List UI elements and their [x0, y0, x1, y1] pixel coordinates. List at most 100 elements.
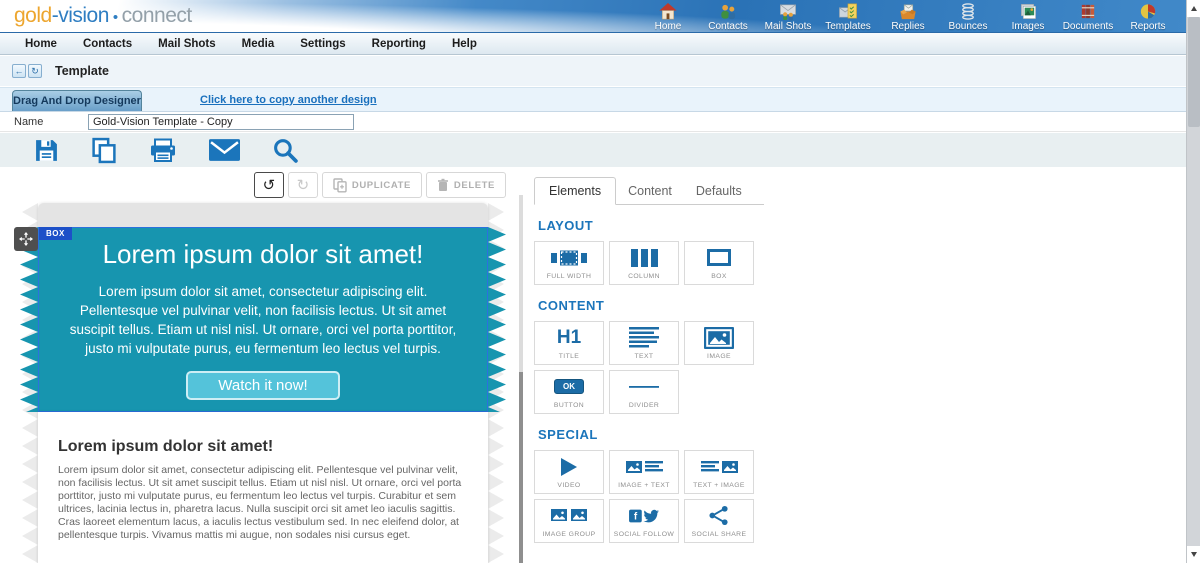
menu-bar: Home Contacts Mail Shots Media Settings …	[0, 33, 1186, 55]
menu-contacts[interactable]: Contacts	[70, 38, 145, 50]
images-icon	[1018, 2, 1038, 21]
undo-button[interactable]: ↺	[254, 172, 284, 198]
element-label: DIVIDER	[629, 402, 659, 409]
element-video[interactable]: VIDEO	[534, 450, 604, 494]
element-text-image[interactable]: TEXT + IMAGE	[684, 450, 754, 494]
element-title[interactable]: H1 TITLE	[534, 321, 604, 365]
canvas-scrollbar-thumb[interactable]	[519, 372, 523, 563]
nav-documents[interactable]: Documents	[1058, 1, 1118, 32]
print-button[interactable]	[149, 138, 177, 163]
nav-home[interactable]: Home	[638, 1, 698, 32]
hero-body[interactable]: Lorem ipsum dolor sit amet, consectetur …	[67, 282, 459, 358]
full-width-icon	[551, 249, 587, 267]
menu-mail-shots[interactable]: Mail Shots	[145, 38, 229, 50]
element-label: COLUMN	[628, 273, 660, 280]
element-image[interactable]: IMAGE	[684, 321, 754, 365]
section-body[interactable]: Lorem ipsum dolor sit amet, consectetur …	[58, 464, 472, 542]
nav-label: Bounces	[938, 21, 998, 32]
menu-reporting[interactable]: Reporting	[359, 38, 439, 50]
reports-icon	[1138, 2, 1158, 21]
email-text-section[interactable]: Lorem ipsum dolor sit amet! Lorem ipsum …	[38, 412, 488, 563]
element-full-width[interactable]: FULL WIDTH	[534, 241, 604, 285]
element-text[interactable]: TEXT	[609, 321, 679, 365]
envelope-icon	[209, 139, 240, 161]
menu-home[interactable]: Home	[12, 38, 70, 50]
scroll-up-button[interactable]	[1187, 0, 1200, 17]
app-window: gold-vision•connect Home Contacts Mail S…	[0, 0, 1200, 563]
panel-tabs: Elements Content Defaults	[534, 167, 764, 205]
mail-shots-icon	[778, 2, 798, 21]
duplicate-button[interactable]: DUPLICATE	[322, 172, 422, 198]
scroll-down-button[interactable]	[1187, 546, 1200, 563]
elements-panel: Elements Content Defaults LAYOUT FULL WI…	[532, 167, 1186, 563]
move-arrows-icon	[18, 231, 34, 247]
element-box[interactable]: BOX	[684, 241, 754, 285]
nav-templates[interactable]: Templates	[818, 1, 878, 32]
email-header-band[interactable]	[38, 203, 488, 227]
hero-zigzag-left	[20, 227, 38, 412]
nav-label: Reports	[1118, 21, 1178, 32]
trash-icon	[437, 178, 449, 192]
redo-button[interactable]: ↻	[288, 172, 318, 198]
element-image-text[interactable]: IMAGE + TEXT	[609, 450, 679, 494]
documents-icon	[1078, 2, 1098, 21]
scroll-down-icon	[1191, 552, 1197, 557]
element-button[interactable]: OK BUTTON	[534, 370, 604, 414]
element-label: BOX	[711, 273, 727, 280]
page-scrollbar-thumb[interactable]	[1188, 17, 1200, 127]
duplicate-label: DUPLICATE	[352, 180, 411, 191]
copy-design-link[interactable]: Click here to copy another design	[200, 94, 377, 106]
nav-images[interactable]: Images	[998, 1, 1058, 32]
section-title-layout: LAYOUT	[538, 218, 1186, 233]
tab-defaults[interactable]: Defaults	[684, 178, 754, 204]
h1-icon: H1	[557, 327, 581, 349]
nav-replies[interactable]: Replies	[878, 1, 938, 32]
nav-label: Images	[998, 21, 1058, 32]
nav-reports[interactable]: Reports	[1118, 1, 1178, 32]
top-nav: Home Contacts Mail Shots Templates Repli…	[638, 1, 1178, 32]
template-name-input[interactable]	[88, 114, 354, 130]
divider-icon	[629, 385, 659, 389]
duplicate-icon	[333, 178, 347, 193]
replies-icon	[898, 2, 918, 21]
nav-contacts[interactable]: Contacts	[698, 1, 758, 32]
menu-media[interactable]: Media	[229, 38, 288, 50]
text-icon	[629, 327, 659, 348]
menu-settings[interactable]: Settings	[287, 38, 358, 50]
content-grid: H1 TITLE TEXT IMAGE OK BUTTON DIVID	[534, 321, 1186, 414]
tab-content[interactable]: Content	[616, 178, 684, 204]
top-bar: gold-vision•connect Home Contacts Mail S…	[0, 0, 1186, 33]
layout-grid: FULL WIDTH COLUMN BOX	[534, 241, 1186, 285]
element-image-group[interactable]: IMAGE GROUP	[534, 499, 604, 543]
tab-drag-and-drop-designer[interactable]: Drag And Drop Designer	[12, 90, 142, 111]
nav-mail-shots[interactable]: Mail Shots	[758, 1, 818, 32]
name-label: Name	[14, 116, 43, 128]
page-scrollbar[interactable]	[1186, 0, 1200, 563]
element-label: TEXT	[635, 353, 654, 360]
selected-box-element[interactable]: Lorem ipsum dolor sit amet! Lorem ipsum …	[38, 227, 488, 412]
box-icon	[707, 249, 731, 266]
menu-help[interactable]: Help	[439, 38, 490, 50]
canvas-scrollbar[interactable]	[519, 195, 523, 563]
element-social-follow[interactable]: f SOCIAL FOLLOW	[609, 499, 679, 543]
copy-button[interactable]	[91, 137, 117, 164]
email-button[interactable]	[209, 139, 240, 161]
hero-cta-button[interactable]: Watch it now!	[186, 371, 339, 400]
element-label: SOCIAL SHARE	[692, 531, 747, 538]
refresh-button[interactable]: ↻	[28, 64, 42, 78]
delete-button[interactable]: DELETE	[426, 172, 506, 198]
hero-title[interactable]: Lorem ipsum dolor sit amet!	[39, 239, 487, 270]
back-button[interactable]: ←	[12, 64, 26, 78]
nav-bounces[interactable]: Bounces	[938, 1, 998, 32]
action-toolbar	[0, 133, 1186, 167]
move-handle[interactable]	[14, 227, 38, 251]
element-column[interactable]: COLUMN	[609, 241, 679, 285]
section-title[interactable]: Lorem ipsum dolor sit amet!	[58, 438, 472, 456]
element-label: FULL WIDTH	[547, 273, 592, 280]
tab-elements[interactable]: Elements	[534, 177, 616, 205]
element-divider[interactable]: DIVIDER	[609, 370, 679, 414]
preview-button[interactable]	[272, 137, 299, 164]
element-social-share[interactable]: SOCIAL SHARE	[684, 499, 754, 543]
save-button[interactable]	[34, 138, 59, 163]
social-share-icon	[708, 505, 730, 526]
